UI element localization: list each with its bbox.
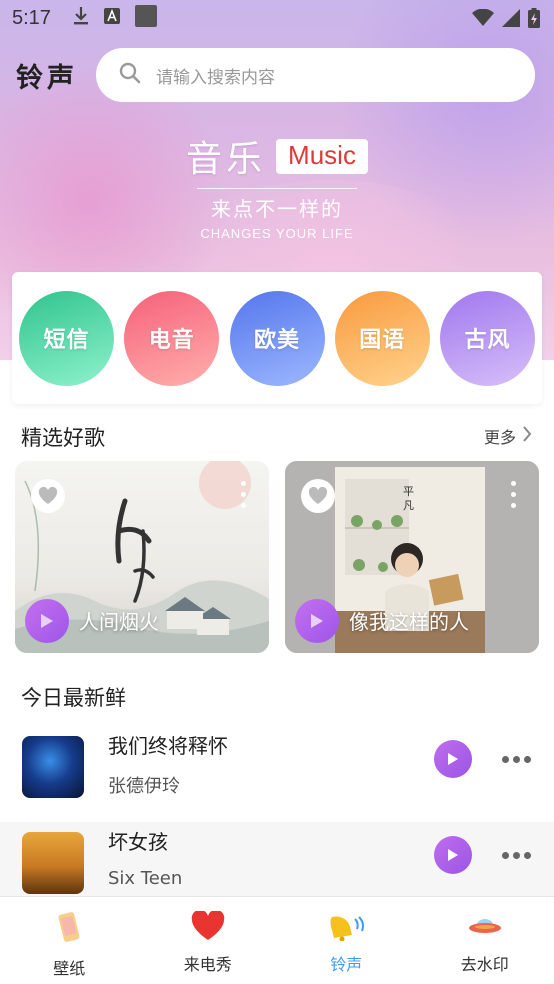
song-title: 坏女孩 [108, 830, 168, 854]
hero-divider [197, 188, 357, 189]
app-square-icon [134, 5, 157, 31]
category-electronic[interactable]: 电音 [124, 290, 220, 386]
search-placeholder: 请输入搜索内容 [156, 67, 275, 88]
song-artist: Six Teen [108, 868, 183, 889]
play-icon [311, 614, 323, 628]
more-options-icon[interactable] [502, 852, 531, 859]
song-title: 我们终将释怀 [108, 734, 228, 758]
category-label: 国语 [359, 328, 406, 353]
ufo-icon [467, 911, 503, 945]
tab-remove-watermark[interactable]: 去水印 [416, 897, 554, 984]
hero-banner: 音乐 Music 来点不一样的 CHANGES YOUR LIFE [0, 130, 554, 241]
favorite-button[interactable] [31, 479, 65, 513]
list-item[interactable]: 我们终将释怀 张德伊玲 [0, 726, 554, 824]
more-label: 更多 [483, 428, 516, 447]
category-sms[interactable]: 短信 [19, 290, 114, 386]
category-card: 短信 电音 欧美 国语 古风 [12, 272, 542, 404]
phone-wallpaper-icon [54, 911, 84, 949]
heart-outline-icon [308, 487, 328, 504]
more-options-icon[interactable] [511, 481, 517, 508]
chevron-right-icon [522, 425, 532, 447]
song-cover [22, 832, 84, 894]
tab-label: 去水印 [460, 955, 509, 974]
battery-icon [528, 8, 540, 32]
tab-label: 来电秀 [183, 955, 232, 974]
tab-label: 铃声 [330, 955, 363, 974]
song-cover [22, 736, 84, 798]
play-icon [41, 614, 53, 628]
favorite-button[interactable] [301, 479, 335, 513]
song-artist: 张德伊玲 [108, 776, 180, 797]
tab-label: 壁纸 [53, 959, 86, 978]
play-icon [448, 849, 458, 861]
tab-caller-show[interactable]: 来电秀 [139, 897, 278, 984]
search-icon [118, 61, 142, 89]
category-ancient-style[interactable]: 古风 [440, 290, 535, 386]
hero-subtitle: 来点不一样的 [211, 197, 343, 221]
hero-title-cn: 音乐 [186, 139, 267, 180]
category-label: 古风 [464, 328, 511, 353]
hero-title-en: Music [276, 138, 368, 174]
bottom-tab-bar: 壁纸 来电秀 铃声 去水印 [0, 896, 554, 984]
font-icon [103, 7, 121, 29]
play-icon [448, 753, 458, 765]
featured-section-title: 精选好歌 [21, 426, 105, 450]
tab-wallpaper[interactable]: 壁纸 [0, 897, 139, 984]
page-title: 铃声 [16, 63, 78, 94]
category-label: 电音 [148, 328, 195, 353]
heart-outline-icon [38, 487, 58, 504]
status-bar: 5:17 [0, 0, 554, 36]
wifi-icon [472, 8, 494, 31]
signal-icon [502, 9, 520, 31]
featured-card[interactable]: 平 凡 像我这样的人 [285, 461, 539, 653]
more-options-icon[interactable] [241, 481, 247, 508]
tab-ringtone[interactable]: 铃声 [277, 897, 416, 984]
featured-title: 像我这样的人 [349, 610, 469, 634]
play-button[interactable] [295, 599, 339, 643]
play-button[interactable] [434, 740, 472, 778]
fresh-section-title: 今日最新鲜 [21, 686, 126, 710]
more-options-icon[interactable] [502, 756, 531, 763]
play-button[interactable] [25, 599, 69, 643]
svg-text:凡: 凡 [403, 499, 414, 512]
play-button[interactable] [434, 836, 472, 874]
status-time: 5:17 [12, 6, 51, 29]
svg-text:平: 平 [403, 485, 414, 498]
bell-icon [328, 911, 365, 945]
heart-icon [191, 909, 225, 945]
category-mandarin[interactable]: 国语 [334, 290, 430, 386]
more-link[interactable]: 更多 [484, 424, 532, 448]
featured-title: 人间烟火 [79, 610, 159, 634]
featured-card[interactable]: 人间烟火 [15, 461, 269, 653]
category-western[interactable]: 欧美 [229, 290, 325, 386]
category-label: 短信 [43, 328, 90, 353]
download-icon [73, 6, 89, 30]
category-label: 欧美 [253, 328, 300, 353]
search-input[interactable]: 请输入搜索内容 [96, 48, 535, 102]
hero-tagline: CHANGES YOUR LIFE [200, 226, 354, 241]
